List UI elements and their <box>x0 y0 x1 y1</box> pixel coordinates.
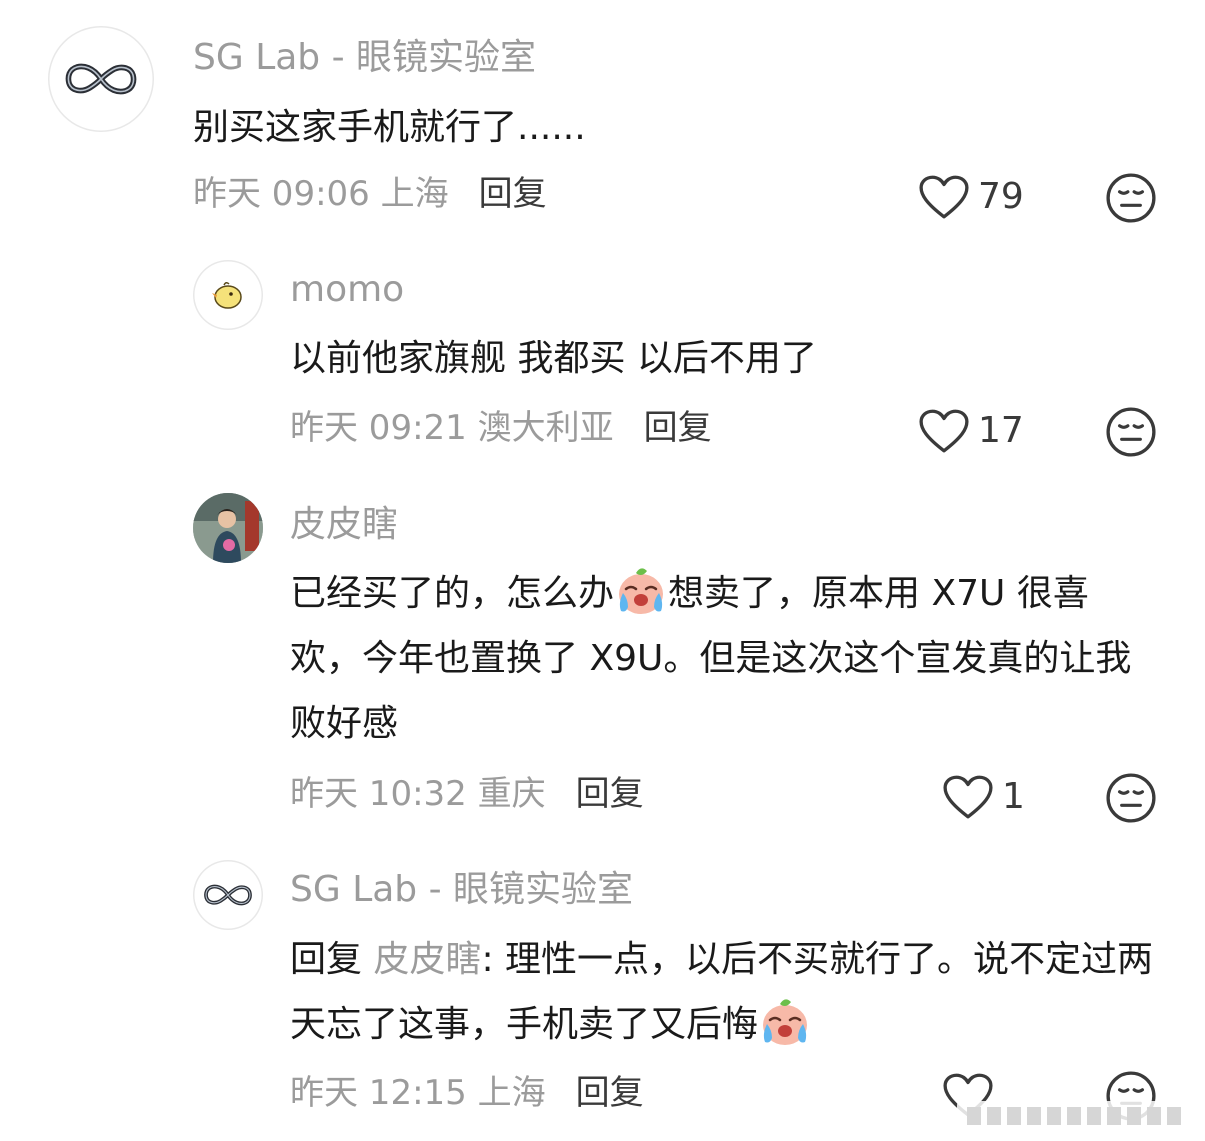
reply-button[interactable]: 回复 <box>576 1073 644 1113</box>
avatar[interactable] <box>48 26 154 132</box>
reply-prefix: 回复 <box>290 939 374 980</box>
like-button[interactable]: 17 <box>918 408 1024 454</box>
like-count: 1 <box>1002 776 1025 817</box>
chick-icon <box>212 281 242 309</box>
comment-author[interactable]: SG Lab - 眼镜实验室 <box>193 36 536 80</box>
like-count: 79 <box>978 176 1024 217</box>
heart-icon <box>918 174 970 220</box>
avatar[interactable] <box>193 860 263 930</box>
like-button[interactable]: 1 <box>942 774 1025 820</box>
dislike-icon[interactable] <box>1105 772 1157 824</box>
heart-icon <box>942 774 994 820</box>
watermark-graphic <box>957 1101 1197 1131</box>
reply-button[interactable]: 回复 <box>644 408 712 448</box>
comment-text: 回复 皮皮瞎: 理性一点，以后不买就行了。说不定过两天忘了这事，手机卖了又后悔 <box>290 927 1155 1057</box>
dislike-icon[interactable] <box>1105 172 1157 224</box>
like-button[interactable]: 79 <box>918 174 1024 220</box>
avatar[interactable] <box>193 260 263 330</box>
infinity-logo-icon <box>201 881 255 909</box>
person-photo <box>193 493 263 563</box>
comment-meta: 昨天 10:32 重庆 回复 <box>290 772 644 816</box>
reply-button[interactable]: 回复 <box>479 174 547 214</box>
comment-author[interactable]: 皮皮瞎 <box>290 503 398 547</box>
comment-meta: 昨天 12:15 上海 回复 <box>290 1071 644 1115</box>
comment-author[interactable]: momo <box>290 268 404 312</box>
comment-author[interactable]: SG Lab - 眼镜实验室 <box>290 868 633 912</box>
infinity-logo-icon <box>61 59 141 99</box>
comment-text: 已经买了的，怎么办 想卖了，原本用 X7U 很喜欢，今年也置换了 X9U。但是这次… <box>290 561 1155 756</box>
comment-text: 以前他家旗舰 我都买 以后不用了 <box>290 338 817 379</box>
comment-time: 昨天 12:15 上海 <box>290 1073 546 1113</box>
crying-emoji-icon <box>614 563 668 617</box>
crying-emoji-icon <box>758 994 812 1048</box>
comment-text: 别买这家手机就行了...... <box>193 107 586 148</box>
like-count: 17 <box>978 410 1024 451</box>
comment-time: 昨天 09:21 澳大利亚 <box>290 408 614 448</box>
comment-meta: 昨天 09:06 上海 回复 <box>193 172 547 216</box>
mention-link[interactable]: 皮皮瞎 <box>373 939 481 980</box>
heart-icon <box>918 408 970 454</box>
reply-button[interactable]: 回复 <box>576 774 644 814</box>
dislike-icon[interactable] <box>1105 406 1157 458</box>
comment-time: 昨天 10:32 重庆 <box>290 774 546 814</box>
avatar[interactable] <box>193 493 263 563</box>
comment-text-part: 已经买了的，怎么办 <box>290 573 615 614</box>
comment-meta: 昨天 09:21 澳大利亚 回复 <box>290 406 712 450</box>
comment-time: 昨天 09:06 上海 <box>193 174 449 214</box>
